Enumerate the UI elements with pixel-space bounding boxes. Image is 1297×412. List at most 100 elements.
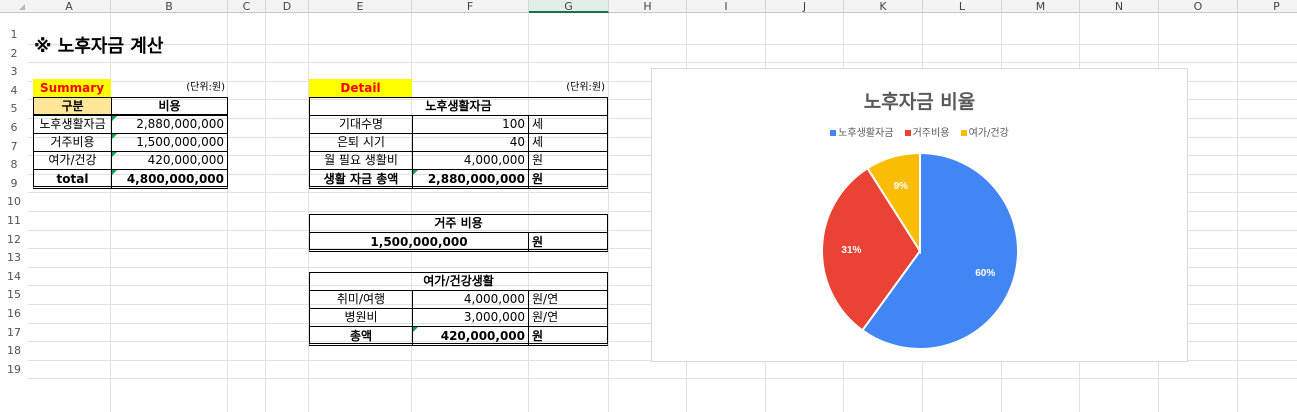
- living-total-unit[interactable]: 원: [528, 169, 608, 189]
- row-header-9[interactable]: 9: [0, 174, 28, 193]
- column-header-m[interactable]: M: [1002, 0, 1080, 13]
- living-row-value[interactable]: 40: [412, 133, 529, 152]
- column-header-i[interactable]: I: [687, 0, 766, 13]
- chart-legend[interactable]: 노후생활자금 거주비용 여가/건강: [652, 124, 1187, 139]
- legend-swatch-2: [960, 130, 967, 136]
- pie-chart-object[interactable]: 노후자금 비율 노후생활자금 거주비용 여가/건강 60% 31% 9%: [651, 68, 1188, 362]
- living-row-unit[interactable]: 원: [528, 151, 608, 170]
- summary-header-category[interactable]: 구분: [33, 97, 112, 115]
- row-header-17[interactable]: 17: [0, 323, 28, 342]
- leisure-row-name[interactable]: 병원비: [309, 308, 413, 327]
- pie-data-label-0: 60%: [975, 268, 995, 279]
- column-header-h[interactable]: H: [609, 0, 687, 13]
- summary-label[interactable]: Summary: [33, 79, 111, 97]
- leisure-row-unit[interactable]: 원/연: [528, 290, 608, 309]
- summary-total-value[interactable]: 4,800,000,000: [111, 169, 228, 189]
- leisure-total-value[interactable]: 420,000,000: [412, 326, 529, 346]
- pie-data-label-1: 31%: [841, 245, 861, 256]
- column-header-b[interactable]: B: [111, 0, 228, 13]
- select-all-corner[interactable]: [0, 0, 28, 13]
- row-header-10[interactable]: 10: [0, 193, 28, 212]
- leisure-row-name[interactable]: 취미/여행: [309, 290, 413, 309]
- row-header-6[interactable]: 6: [0, 119, 28, 137]
- summary-row-value[interactable]: 420,000,000: [111, 151, 228, 170]
- column-header-c[interactable]: C: [228, 0, 266, 13]
- sheet-title: ※ 노후자금 계산: [34, 36, 164, 57]
- column-header-e[interactable]: E: [309, 0, 412, 13]
- housing-title[interactable]: 거주 비용: [309, 214, 608, 233]
- row-header-3[interactable]: 3: [0, 63, 28, 82]
- legend-swatch-0: [830, 130, 837, 136]
- grid-vline: [528, 13, 529, 412]
- grid-vline: [265, 13, 266, 412]
- grid-hline: [28, 62, 1297, 63]
- leisure-total-unit[interactable]: 원: [528, 326, 608, 346]
- housing-value[interactable]: 1,500,000,000: [309, 232, 529, 252]
- row-header-5[interactable]: 5: [0, 100, 28, 119]
- legend-entry: 여가/건강: [960, 124, 1009, 139]
- row-header-14[interactable]: 14: [0, 267, 28, 286]
- row-header-4[interactable]: 4: [0, 81, 28, 100]
- summary-unit[interactable]: (단위:원): [140, 79, 228, 97]
- row-header-8[interactable]: 8: [0, 156, 28, 175]
- grid-vline: [608, 13, 609, 412]
- column-header-p[interactable]: P: [1238, 0, 1297, 13]
- living-fund-title[interactable]: 노후생활자금: [309, 97, 608, 116]
- summary-row-value[interactable]: 1,500,000,000: [111, 133, 228, 152]
- column-header-k[interactable]: K: [844, 0, 923, 13]
- legend-entry: 거주비용: [904, 124, 949, 139]
- row-header-12[interactable]: 12: [0, 230, 28, 249]
- pie-data-label-2: 9%: [894, 181, 909, 192]
- row-header-16[interactable]: 16: [0, 305, 28, 323]
- row-header-18[interactable]: 18: [0, 342, 28, 361]
- living-row-unit[interactable]: 세: [528, 115, 608, 134]
- column-header-d[interactable]: D: [266, 0, 309, 13]
- summary-row-name[interactable]: 노후생활자금: [33, 115, 112, 134]
- detail-label[interactable]: Detail: [309, 79, 412, 97]
- living-row-name[interactable]: 월 필요 생활비: [309, 151, 413, 170]
- column-header-f[interactable]: F: [412, 0, 529, 13]
- living-row-unit[interactable]: 세: [528, 133, 608, 152]
- column-header-j[interactable]: J: [766, 0, 844, 13]
- column-header-o[interactable]: O: [1159, 0, 1238, 13]
- leisure-row-unit[interactable]: 원/연: [528, 308, 608, 327]
- chart-title[interactable]: 노후자금 비율: [652, 87, 1187, 114]
- leisure-total-name[interactable]: 총액: [309, 326, 413, 346]
- detail-unit[interactable]: (단위:원): [528, 79, 608, 97]
- grid-vline: [308, 13, 309, 412]
- row-header-7[interactable]: 7: [0, 137, 28, 156]
- living-row-name[interactable]: 은퇴 시기: [309, 133, 413, 152]
- column-header-n[interactable]: N: [1080, 0, 1159, 13]
- row-header-1[interactable]: 1: [0, 26, 28, 44]
- leisure-row-value[interactable]: 3,000,000: [412, 308, 529, 327]
- living-row-value[interactable]: 4,000,000: [412, 151, 529, 170]
- summary-row-name[interactable]: 여가/건강: [33, 151, 112, 170]
- living-row-value[interactable]: 100: [412, 115, 529, 134]
- living-total-value[interactable]: 2,880,000,000: [412, 169, 529, 189]
- grid-hline: [28, 44, 1297, 45]
- row-header-2[interactable]: 2: [0, 44, 28, 63]
- row-header-15[interactable]: 15: [0, 286, 28, 305]
- summary-total-name[interactable]: total: [33, 169, 112, 189]
- housing-unit[interactable]: 원: [528, 232, 608, 252]
- summary-header-cost[interactable]: 비용: [111, 97, 228, 115]
- leisure-title[interactable]: 여가/건강생활: [309, 272, 608, 291]
- living-total-name[interactable]: 생활 자금 총액: [309, 169, 413, 189]
- living-row-name[interactable]: 기대수명: [309, 115, 413, 134]
- grid-vline: [1237, 13, 1238, 412]
- pie-plot: 60% 31% 9%: [821, 151, 1019, 350]
- leisure-row-value[interactable]: 4,000,000: [412, 290, 529, 309]
- legend-swatch-1: [904, 130, 911, 136]
- column-header-g[interactable]: G: [529, 0, 609, 13]
- row-header-13[interactable]: 13: [0, 249, 28, 268]
- grid-vline: [411, 13, 412, 412]
- column-header-l[interactable]: L: [923, 0, 1002, 13]
- row-header-19[interactable]: 19: [0, 360, 28, 379]
- summary-row-value[interactable]: 2,880,000,000: [111, 115, 228, 134]
- grid-hline: [28, 378, 1297, 379]
- column-header-a[interactable]: A: [28, 0, 111, 13]
- summary-row-name[interactable]: 거주비용: [33, 133, 112, 152]
- grid-vline: [227, 13, 228, 412]
- grid-vline: [110, 13, 111, 412]
- row-header-11[interactable]: 11: [0, 212, 28, 230]
